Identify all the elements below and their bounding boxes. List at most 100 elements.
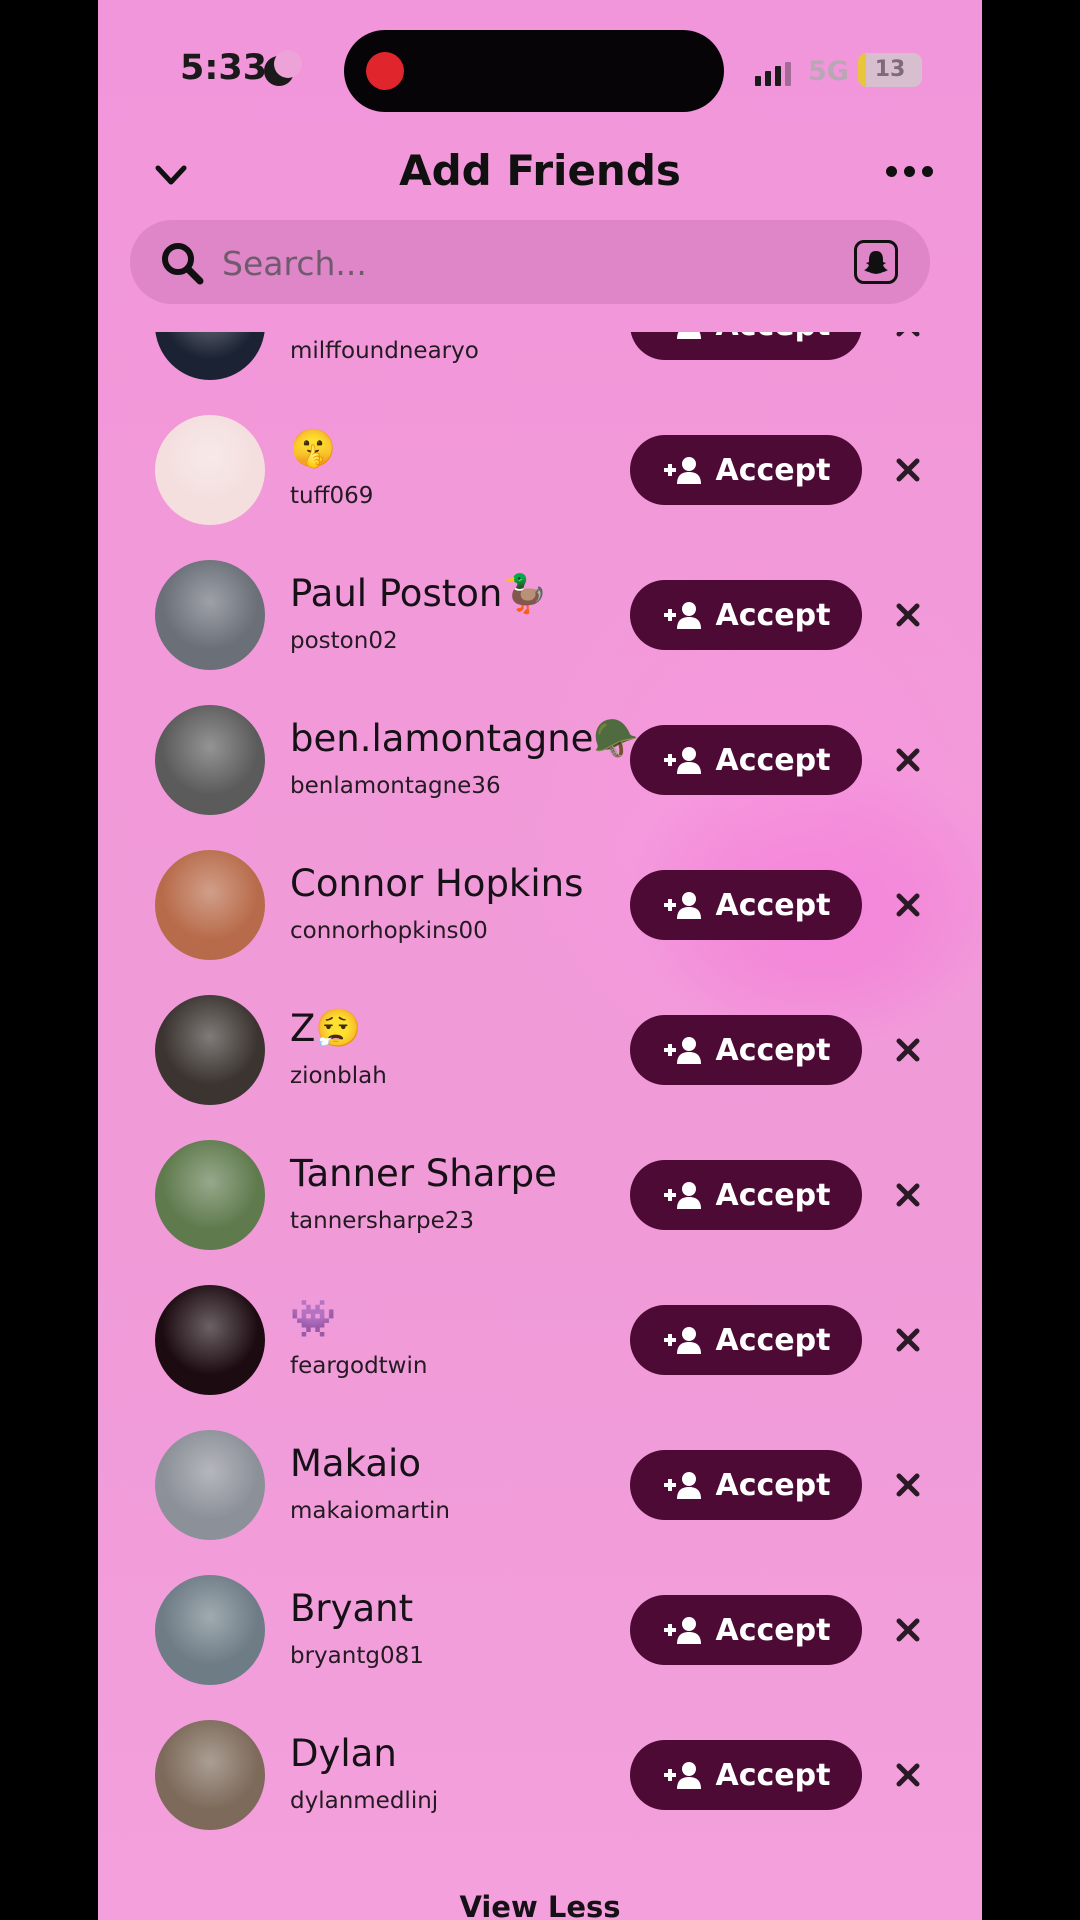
- display-name: Connor Hopkins: [290, 862, 584, 905]
- display-name: Paul Poston🦆: [290, 572, 549, 615]
- username: tannersharpe23: [290, 1208, 474, 1234]
- close-icon[interactable]: [894, 891, 922, 919]
- accept-label: Accept: [715, 1032, 831, 1068]
- username: milffoundnearyo: [290, 338, 479, 364]
- add-friend-icon: [663, 1182, 701, 1209]
- avatar[interactable]: [155, 705, 265, 815]
- accept-button[interactable]: Accept: [630, 1595, 862, 1665]
- avatar[interactable]: [155, 1430, 265, 1540]
- friend-request-row: Makaio makaiomartin Accept: [98, 1412, 982, 1557]
- battery-icon: 13: [858, 53, 922, 87]
- accept-button[interactable]: Accept: [630, 1160, 862, 1230]
- accept-button[interactable]: Accept: [630, 435, 862, 505]
- close-icon[interactable]: [894, 332, 922, 339]
- username: dylanmedlinj: [290, 1788, 439, 1814]
- moon-icon: [264, 50, 302, 86]
- add-friend-icon: [663, 602, 701, 629]
- friend-requests-list[interactable]: jake from state farm milffoundnearyo Acc…: [98, 332, 982, 1920]
- avatar[interactable]: [155, 1575, 265, 1685]
- username: makaiomartin: [290, 1498, 450, 1524]
- display-name: 🤫: [290, 427, 337, 470]
- add-friend-icon: [663, 1762, 701, 1789]
- accept-label: Accept: [715, 887, 831, 923]
- friend-request-row: ben.lamontagne🪖 benlamontagne36 Accept: [98, 687, 982, 832]
- display-name: Makaio: [290, 1442, 421, 1485]
- accept-button[interactable]: Accept: [630, 870, 862, 940]
- avatar[interactable]: [155, 1285, 265, 1395]
- avatar[interactable]: [155, 1140, 265, 1250]
- accept-label: Accept: [715, 1322, 831, 1358]
- accept-label: Accept: [715, 1177, 831, 1213]
- close-icon[interactable]: [894, 1326, 922, 1354]
- avatar[interactable]: [155, 332, 265, 380]
- friend-request-row: 🤫 tuff069 Accept: [98, 397, 982, 542]
- avatar[interactable]: [155, 1720, 265, 1830]
- add-friend-icon: [663, 1617, 701, 1644]
- friend-request-row: Bryant bryantg081 Accept: [98, 1557, 982, 1702]
- friend-request-row: Z😮‍💨 zionblah Accept: [98, 977, 982, 1122]
- dynamic-island: [344, 30, 724, 112]
- accept-label: Accept: [715, 452, 831, 488]
- add-friend-icon: [676, 332, 701, 339]
- add-friend-icon: [663, 1472, 701, 1499]
- friend-request-row: Tanner Sharpe tannersharpe23 Accept: [98, 1122, 982, 1267]
- accept-button[interactable]: Accept: [630, 725, 862, 795]
- accept-label: Accept: [715, 1467, 831, 1503]
- username: poston02: [290, 628, 398, 654]
- accept-button[interactable]: Accept: [630, 1450, 862, 1520]
- close-icon[interactable]: [894, 746, 922, 774]
- close-icon[interactable]: [894, 456, 922, 484]
- avatar[interactable]: [155, 560, 265, 670]
- display-name: 👾: [290, 1297, 337, 1340]
- search-icon: [162, 243, 204, 285]
- friend-request-row: Paul Poston🦆 poston02 Accept: [98, 542, 982, 687]
- close-icon[interactable]: [894, 1471, 922, 1499]
- display-name: Bryant: [290, 1587, 414, 1630]
- signal-icon: [755, 62, 791, 86]
- close-icon[interactable]: [894, 601, 922, 629]
- close-icon[interactable]: [894, 1181, 922, 1209]
- username: feargodtwin: [290, 1353, 428, 1379]
- accept-button[interactable]: Accept: [630, 1740, 862, 1810]
- close-icon[interactable]: [894, 1616, 922, 1644]
- display-name: ben.lamontagne🪖: [290, 717, 640, 760]
- network-label: 5G: [808, 56, 849, 87]
- accept-label: Accept: [715, 742, 831, 778]
- display-name: Dylan: [290, 1732, 397, 1775]
- close-icon[interactable]: [894, 1036, 922, 1064]
- accept-button[interactable]: Accept: [630, 1305, 862, 1375]
- phone-screen: 5:33 5G 13 Add Friends jake from state f…: [98, 0, 982, 1920]
- friend-request-row: jake from state farm milffoundnearyo Acc…: [98, 332, 982, 397]
- accept-label: Accept: [715, 597, 831, 633]
- search-bar[interactable]: [130, 220, 930, 304]
- search-input[interactable]: [220, 236, 824, 290]
- accept-label: Accept: [715, 1757, 831, 1793]
- username: bryantg081: [290, 1643, 424, 1669]
- add-friend-icon: [663, 747, 701, 774]
- snapcode-icon[interactable]: [854, 240, 898, 284]
- username: zionblah: [290, 1063, 387, 1089]
- display-name: Tanner Sharpe: [290, 1152, 557, 1195]
- username: connorhopkins00: [290, 918, 488, 944]
- avatar[interactable]: [155, 415, 265, 525]
- display-name: Z😮‍💨: [290, 1007, 362, 1050]
- avatar[interactable]: [155, 850, 265, 960]
- friend-request-row: 👾 feargodtwin Accept: [98, 1267, 982, 1412]
- close-icon[interactable]: [894, 1761, 922, 1789]
- recording-dot-icon: [366, 52, 404, 90]
- avatar[interactable]: [155, 995, 265, 1105]
- friend-request-row: Connor Hopkins connorhopkins00 Accept: [98, 832, 982, 977]
- username: tuff069: [290, 483, 374, 509]
- add-friend-icon: [663, 1037, 701, 1064]
- view-less-button[interactable]: View Less: [98, 1890, 982, 1920]
- accept-label: Accept: [715, 1612, 831, 1648]
- username: benlamontagne36: [290, 773, 501, 799]
- accept-button[interactable]: Accept: [630, 332, 862, 360]
- add-friend-icon: [663, 457, 701, 484]
- page-title: Add Friends: [399, 146, 681, 195]
- accept-label: Accept: [716, 332, 831, 343]
- battery-level: 13: [874, 57, 906, 82]
- accept-button[interactable]: Accept: [630, 1015, 862, 1085]
- accept-button[interactable]: Accept: [630, 580, 862, 650]
- more-options-icon[interactable]: [886, 166, 933, 177]
